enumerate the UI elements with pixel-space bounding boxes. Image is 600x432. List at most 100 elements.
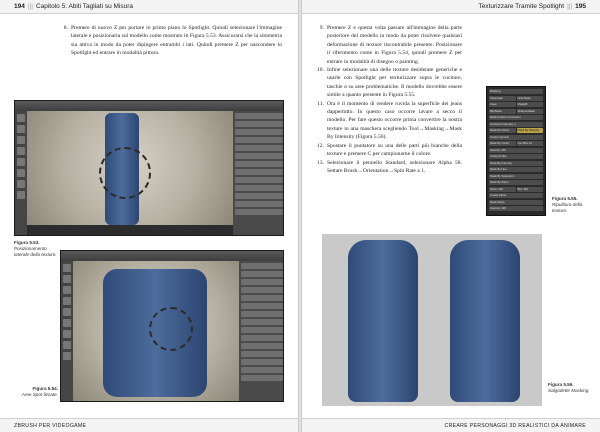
masking-panel-row: Mask Ambient Occlusion	[489, 115, 543, 120]
zbrush-left-shelf	[15, 111, 27, 235]
left-chapter-title: Capitolo 5: Abiti Tagliati su Misura	[35, 3, 134, 10]
zbrush-right-panel	[239, 261, 283, 401]
masking-panel-row: Mask By Saturation	[489, 173, 543, 179]
masking-panel-button[interactable]: Cavity Intensity	[489, 134, 543, 140]
zbrush-toolbar	[61, 251, 283, 261]
paragraph-number: 10.	[317, 67, 324, 74]
jeans-front-render	[348, 240, 418, 402]
paragraph-9: 9. Premere Z e questa volta passare all'…	[316, 24, 462, 66]
masking-panel-row: Create Alpha	[489, 193, 543, 198]
right-page-header: Texturizzare Tramite Spotlight ||| 195	[302, 0, 600, 14]
masking-panel-button[interactable]: Mask By Intensity	[516, 128, 543, 133]
left-page-header: 194 ||| Capitolo 5: Abiti Tagliati su Misu…	[0, 0, 298, 14]
jeans-back-render	[450, 240, 520, 402]
masking-panel-row: Intensity 100	[489, 206, 543, 211]
paragraph-text: Spostare il puntatore su una delle parti…	[327, 142, 462, 158]
spotlight-ring	[149, 307, 193, 351]
masking-panel-row: Mask By Cavity Cav Blur 12	[489, 141, 543, 146]
left-page: 194 ||| Capitolo 5: Abiti Tagliati su Misu…	[0, 0, 298, 432]
masking-panel-button[interactable]: SharpenMask	[516, 108, 543, 114]
right-page-footer: Creare Personaggi 3D Realistici da Anima…	[302, 418, 600, 432]
masking-panel-row: Cavity Intensity	[489, 134, 543, 140]
masking-panel-button[interactable]: Mask Alpha	[489, 199, 543, 205]
right-body-text-a: 9. Premere Z e questa volta passare all'…	[316, 24, 462, 175]
masking-panel-button[interactable]: Mask By Intensity	[489, 160, 543, 166]
right-page: Texturizzare Tramite Spotlight ||| 195 9. …	[302, 0, 600, 432]
masking-panel-button[interactable]: Hide Mask	[516, 95, 543, 101]
masking-panel-row: Clear MaskAll	[489, 102, 543, 107]
masking-panel-button[interactable]: Intensity 100	[489, 147, 543, 153]
masking-panel-row: Masking	[489, 89, 543, 94]
paragraph-number: 8.	[63, 25, 68, 31]
masking-panel-button[interactable]: Occlusion Intensity 1	[489, 121, 543, 127]
figure-caption-text: Posizionamento laterale della texture.	[14, 246, 57, 257]
masking-panel-button[interactable]: Cavity Profile	[489, 154, 543, 159]
left-page-footer: ZBrush per Videogame	[0, 418, 298, 432]
masking-panel-row: Occlusion Intensity 1	[489, 121, 543, 127]
paragraph-text: Selezionare il pennello Standard, selezi…	[327, 159, 462, 174]
masking-panel-row: Viewmask Hide Mask	[489, 95, 543, 101]
masking-panel-button[interactable]: Mask By Cavity	[489, 141, 516, 146]
masking-panel-row: Intens 100 Blur 100	[489, 186, 543, 192]
masking-panel-row: Mask Alpha	[489, 199, 543, 205]
paragraph-text: Premere di nuovo Z per portare in primo …	[71, 25, 282, 57]
masking-panel-row: Cavity Profile	[489, 154, 543, 159]
paragraph-number: 9.	[319, 25, 324, 31]
masking-panel-button[interactable]: Mask By Hue	[489, 167, 543, 172]
masking-panel-button[interactable]: Blur 100	[516, 186, 543, 192]
paragraph-text: Premere Z e questa volta passare all'imm…	[327, 25, 462, 65]
masking-panel-button[interactable]: Cav Blur 12	[516, 141, 543, 146]
masking-panel-row: Mask By Cavity Mask By Intensity	[489, 128, 543, 133]
figure-caption-text: Aree Spot-lizzate.	[21, 392, 58, 397]
zbrush-right-panel	[233, 111, 283, 235]
masking-panel-button[interactable]: Mask By Alpha	[489, 180, 543, 185]
masking-panel-button[interactable]: BlurMask	[489, 108, 516, 114]
masking-panel-button[interactable]: Create Alpha	[489, 193, 543, 198]
masking-panel-button[interactable]: MaskAll	[516, 102, 543, 107]
masking-panel-button[interactable]: Mask Ambient Occlusion	[489, 115, 543, 120]
figure-5-55-caption: Figura 5.55. Ripulitura della texture.	[552, 196, 596, 214]
paragraph-11: 11. Ora è il momento di rendere ruvida l…	[316, 100, 462, 142]
masking-panel-row: BlurMask SharpenMask	[489, 108, 543, 114]
figure-5-55-masking-panel: Masking Viewmask Hide Mask Clear MaskAll Blur…	[486, 86, 546, 216]
header-separator: |||	[27, 3, 33, 10]
zbrush-canvas	[27, 111, 233, 227]
masking-panel-row: Mask By Alpha	[489, 180, 543, 185]
paragraph-8: 8. Premere di nuovo Z per portare in pri…	[60, 24, 282, 58]
masking-panel-row: Mask By Hue	[489, 167, 543, 172]
figure-5-56-caption: Figura 5.56. Salgodette Masking.	[548, 382, 594, 394]
figure-5-53-caption: Figura 5.53. Posizionamento laterale del…	[14, 240, 62, 258]
paragraph-12: 12. Spostare il puntatore su una delle p…	[316, 142, 462, 159]
figure-caption-text: Ripulitura della texture.	[552, 202, 583, 213]
zbrush-canvas	[73, 261, 239, 401]
masking-panel-row: Mask By Intensity	[489, 160, 543, 166]
masking-panel-row: Intensity 100	[489, 147, 543, 153]
figure-5-53-screenshot	[14, 100, 284, 236]
figure-5-56-render	[322, 234, 542, 406]
masking-panel-button[interactable]: Mask By Saturation	[489, 173, 543, 179]
masking-panel-button[interactable]: Viewmask	[489, 95, 516, 101]
header-separator: |||	[567, 3, 573, 10]
paragraph-13: 13. Selezionare il pennello Standard, se…	[316, 159, 462, 176]
paragraph-number: 12.	[317, 142, 324, 149]
right-chapter-title: Texturizzare Tramite Spotlight	[478, 3, 565, 10]
paragraph-10: 10. Infine selezionare una delle texture…	[316, 66, 462, 100]
paragraph-number: 11.	[317, 100, 324, 107]
masking-panel-button[interactable]: Intens 100	[489, 186, 516, 192]
zbrush-spotlight-strip	[27, 225, 233, 235]
figure-caption-text: Salgodette Masking.	[548, 388, 590, 393]
left-body-text: 8. Premere di nuovo Z per portare in pri…	[60, 24, 282, 58]
paragraph-number: 13.	[317, 159, 324, 166]
spotlight-ring	[99, 147, 151, 199]
paragraph-text: Ora è il momento di rendere ruvida la su…	[327, 100, 462, 141]
masking-panel-button[interactable]: Mask By Cavity	[489, 128, 516, 133]
masking-panel-button[interactable]: Masking	[489, 89, 543, 94]
figure-5-54-caption: Figura 5.54. Aree Spot-lizzate.	[14, 386, 58, 398]
right-page-number: 195	[575, 3, 586, 10]
left-page-number: 194	[14, 3, 25, 10]
masking-panel-button[interactable]: Intensity 100	[489, 206, 543, 211]
zbrush-left-shelf	[61, 261, 73, 401]
zbrush-toolbar	[15, 101, 283, 111]
paragraph-text: Infine selezionare una delle texture des…	[327, 67, 462, 99]
masking-panel-button[interactable]: Clear	[489, 102, 516, 107]
